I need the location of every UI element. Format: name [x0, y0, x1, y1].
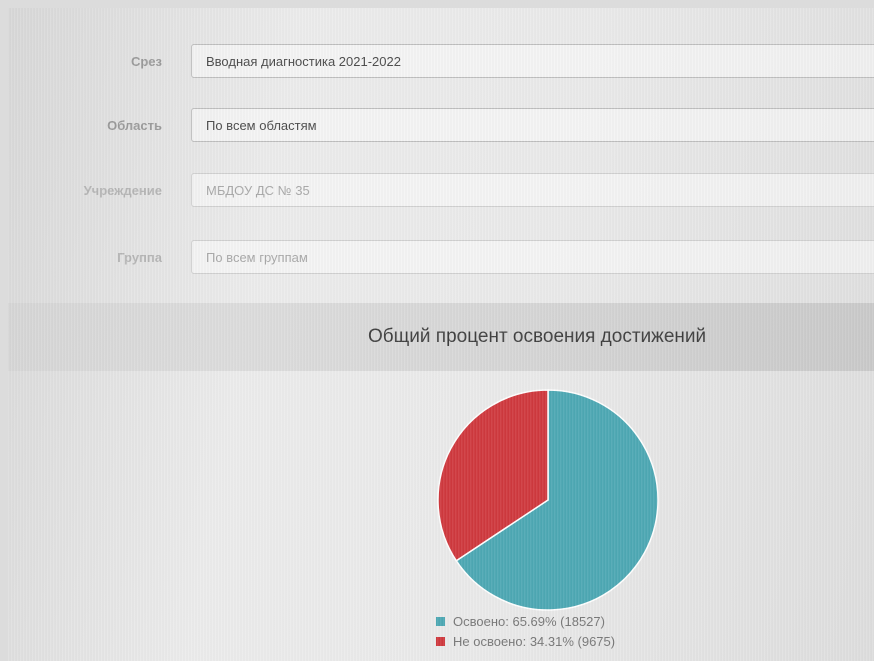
legend-swatch-mastered	[436, 616, 445, 626]
institution-select[interactable]: МБДОУ ДС № 35	[191, 173, 874, 207]
group-label: Группа	[117, 250, 162, 265]
legend-item-mastered[interactable]: Освоено: 65.69% (18527)	[436, 611, 615, 631]
slice-label: Срез	[130, 54, 162, 69]
legend-label-mastered: Освоено: 65.69% (18527)	[453, 613, 605, 629]
filter-row-region: Область По всем областям	[8, 108, 874, 148]
legend-swatch-not-mastered	[436, 636, 445, 646]
screen: Срез Вводная диагностика 2021-2022 Облас…	[8, 8, 874, 661]
legend-label-not-mastered: Не освоено: 34.31% (9675)	[453, 633, 616, 649]
filter-row-slice: Срез Вводная диагностика 2021-2022	[8, 44, 874, 84]
filter-row-group: Группа По всем группам	[8, 240, 874, 280]
chart-title: Общий процент освоения достижений	[368, 326, 707, 347]
filter-row-institution: Учреждение МБДОУ ДС № 35	[8, 173, 874, 213]
legend-item-not-mastered[interactable]: Не освоено: 34.31% (9675)	[436, 631, 615, 651]
institution-label: Учреждение	[83, 183, 162, 198]
slice-select[interactable]: Вводная диагностика 2021-2022	[191, 44, 874, 78]
pie-chart	[437, 389, 659, 611]
chart-legend: Освоено: 65.69% (18527) Не освоено: 34.3…	[436, 611, 615, 651]
region-label: Область	[107, 118, 162, 133]
region-select[interactable]: По всем областям	[191, 108, 874, 142]
group-select[interactable]: По всем группам	[191, 240, 874, 274]
